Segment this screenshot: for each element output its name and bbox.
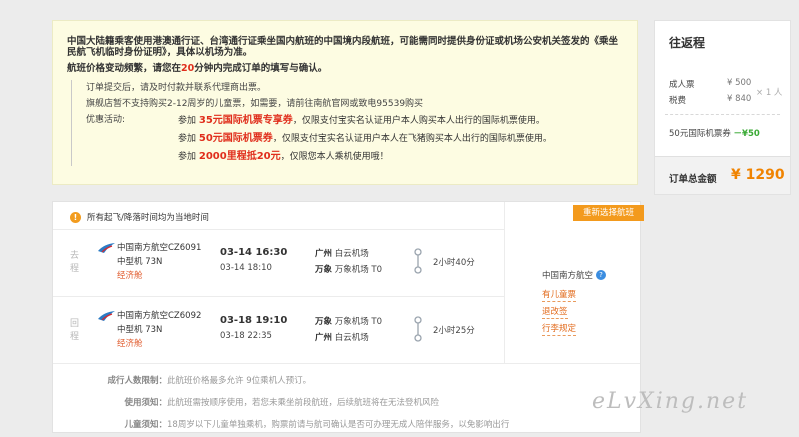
price-divider <box>665 114 780 115</box>
china-southern-logo-icon <box>98 243 115 253</box>
notice-minutes: 20 <box>181 63 195 74</box>
promo-label: 优惠活动: <box>86 115 126 125</box>
notice-bullet: 旗舰店暂不支持购买2-12周岁的儿童票，如需要，请前往南航官网或致电95539购… <box>86 99 424 109</box>
child-ticket-link[interactable]: 有儿童票 <box>542 290 577 302</box>
notice-id-warning: 中国大陆籍乘客使用港澳通行证、台湾通行证乘坐国内航班的中国境内段航班，可能需同时… <box>67 36 619 58</box>
flight-segment-return: 回程 中国南方航空CZ6092 中型机 73N 经济舱 03-18 19:10 … <box>53 302 504 362</box>
china-southern-logo-icon <box>98 311 115 321</box>
flight-details-panel: ! 所有起飞/降落时间均为当地时间 重新选择航班 去程 中国南方航空CZ6091… <box>52 201 644 436</box>
departure-time: 03-14 16:30 <box>220 247 288 258</box>
route-icon <box>414 248 422 274</box>
intl-coupon: 50元国际机票券 －¥50 <box>669 129 760 139</box>
adult-ticket-price: ¥ 500 <box>727 78 752 88</box>
cabin-class: 经济舱 <box>117 271 143 281</box>
notice-bullet: 订单提交后，请及时付款并联系代理商出票。 <box>86 83 267 93</box>
arrival-time: 03-14 18:10 <box>220 263 272 273</box>
trip-type-title: 往返程 <box>669 36 706 50</box>
local-time-warning: ! 所有起飞/降落时间均为当地时间 <box>70 211 209 223</box>
tax-price: ¥ 840 <box>727 94 752 104</box>
arrival-airport: 广州 白云机场 <box>315 333 369 343</box>
aircraft-type: 中型机 73N <box>117 325 163 335</box>
flight-duration: 2小时40分 <box>433 258 475 268</box>
intl-coupon-value: －¥50 <box>733 129 760 139</box>
divider <box>53 296 504 297</box>
vertical-divider <box>504 202 505 363</box>
aircraft-type: 中型机 73N <box>117 257 163 267</box>
order-total: 订单总金额 ¥ 1290 <box>655 156 790 194</box>
note-row: 儿童须知： 18周岁以下儿童单独乘机，购票前请与航司确认是否可办理无成人陪伴服务，… <box>124 420 510 430</box>
flight-duration: 2小时25分 <box>433 326 475 336</box>
price-summary-panel: 往返程 成人票 ¥ 500 税费 ¥ 840 × 1 人 50元国际机票券 －¥… <box>654 20 791 195</box>
notice-box: 中国大陆籍乘客使用港澳通行证、台湾通行证乘坐国内航班的中国境内段航班，可能需同时… <box>52 20 638 185</box>
warning-icon: ! <box>70 211 81 223</box>
segment-direction: 去程 <box>70 251 80 274</box>
departure-airport: 广州 白云机场 <box>315 249 369 259</box>
cabin-class: 经济舱 <box>117 339 143 349</box>
notice-bullets: 订单提交后，请及时付款并联系代理商出票。 旗舰店暂不支持购买2-12周岁的儿童票… <box>71 80 637 166</box>
segment-direction: 回程 <box>70 319 80 342</box>
airline-flight-number: 中国南方航空CZ6091 <box>117 243 202 253</box>
watermark: eLvXing.net <box>592 389 749 414</box>
airline-flight-number: 中国南方航空CZ6092 <box>117 311 202 321</box>
departure-time: 03-18 19:10 <box>220 315 288 326</box>
refund-change-link[interactable]: 退改签 <box>542 307 568 319</box>
promo-item: 参加 2000里程抵20元，仅限您本人乘机使用哦！ <box>178 151 389 162</box>
order-total-amount: ¥ 1290 <box>731 167 785 183</box>
order-total-label: 订单总金额 <box>669 174 717 185</box>
policy-links: 有儿童票 退改签 行李规定 <box>542 290 577 341</box>
note-row: 成行人数限制： 此航班价格最多允许 9位乘机人预订。 <box>107 376 312 386</box>
info-icon[interactable]: ? <box>596 270 607 280</box>
divider <box>53 229 504 230</box>
flight-segment-outbound: 去程 中国南方航空CZ6091 中型机 73N 经济舱 03-14 16:30 … <box>53 234 504 294</box>
carrier-name: 中国南方航空? <box>542 269 607 281</box>
flight-notes: 成行人数限制： 此航班价格最多允许 9位乘机人预订。 使用须知： 此航班需按顺序使用… <box>53 363 640 436</box>
promo-item: 参加 50元国际机票券，仅限支付宝实名认证用户本人在飞猪购买本人出行的国际机票使… <box>178 133 552 144</box>
arrival-airport: 万象 万象机场 T0 <box>315 265 383 275</box>
passenger-count: × 1 人 <box>756 88 783 98</box>
notice-time-warning: 航班价格变动频繁，请您在20分钟内完成订单的填写与确认。 <box>67 63 328 74</box>
adult-ticket-label: 成人票 <box>669 80 695 90</box>
baggage-rules-link[interactable]: 行李规定 <box>542 324 577 336</box>
note-row: 使用须知： 此航班需按顺序使用，若您未乘坐前段航班，后续航班将在无法登机风险 <box>124 398 440 408</box>
rebook-flight-button[interactable]: 重新选择航班 <box>573 205 644 221</box>
tax-label: 税费 <box>669 96 687 106</box>
route-icon <box>414 316 422 342</box>
arrival-time: 03-18 22:35 <box>220 331 272 341</box>
departure-airport: 万象 万象机场 T0 <box>315 317 383 327</box>
